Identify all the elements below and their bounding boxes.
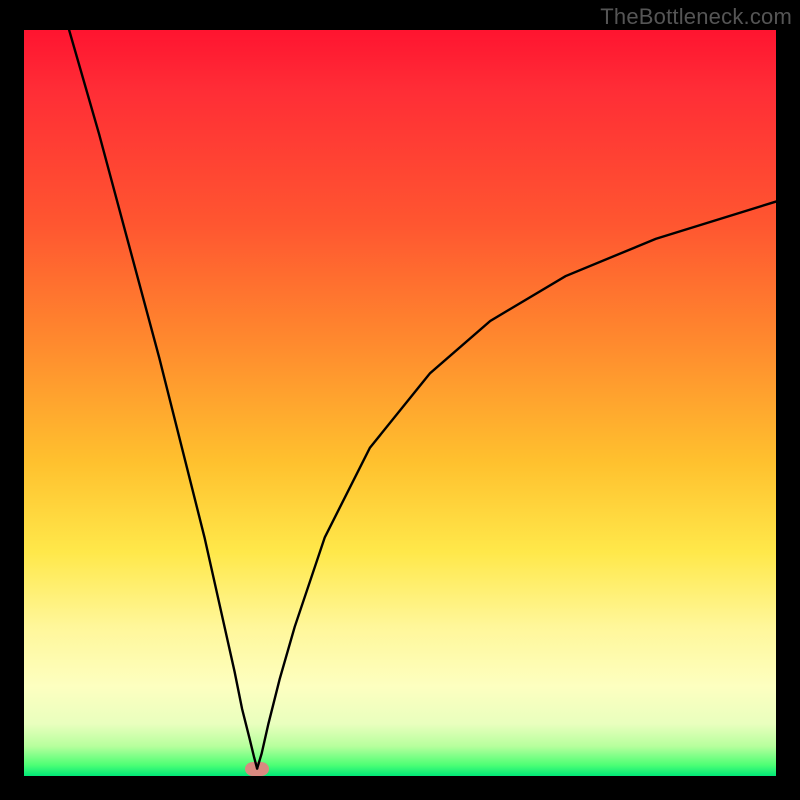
chart-area [24,30,776,776]
watermark-text: TheBottleneck.com [600,4,792,30]
curve-path-left [69,30,257,769]
curve-path-right [257,202,776,769]
bottleneck-curve [24,30,776,776]
